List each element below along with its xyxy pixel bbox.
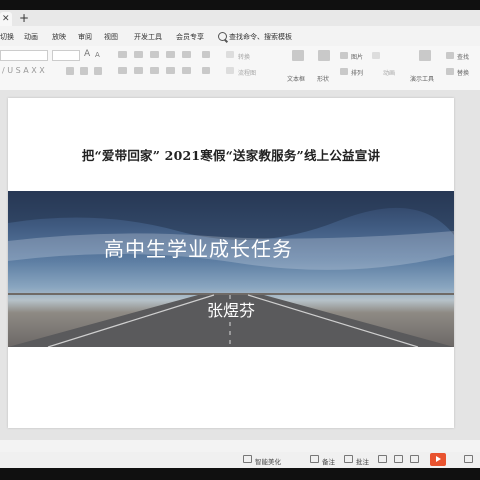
- status-bar: 智能美化 备注 批注: [0, 452, 480, 468]
- text-style-buttons[interactable]: / U S A X X: [2, 66, 45, 75]
- font-color-icon[interactable]: [66, 67, 74, 75]
- highlight-icon[interactable]: [94, 67, 102, 75]
- numbered-list-icon[interactable]: [134, 51, 143, 58]
- flowchart-label: 流程图: [238, 70, 257, 77]
- shape-button[interactable]: 形状: [317, 74, 329, 83]
- command-search-input[interactable]: 查找命令、搜索模板: [229, 32, 292, 42]
- slide-editor-canvas: 把“爱带回家” 2021寒假“送家教服务”线上公益宣讲 高中生学业成长任务 张煜…: [0, 90, 480, 440]
- text-align-icon[interactable]: [202, 67, 210, 74]
- menu-slideshow[interactable]: 放映: [52, 32, 66, 42]
- distribute-icon[interactable]: [182, 67, 191, 74]
- shape-icon[interactable]: [318, 50, 330, 61]
- search-icon[interactable]: [218, 32, 227, 41]
- animation-label: 动画: [383, 70, 396, 77]
- notes-button[interactable]: 备注: [322, 456, 335, 466]
- convert-label: 转换: [238, 54, 251, 61]
- ribbon-toolbar: A A / U S A X X 转换 流程图 文本框 形状 图片 排列 动画 演…: [0, 46, 480, 91]
- menu-view[interactable]: 视图: [104, 32, 118, 42]
- app-window: ✕ + 切换 动画 放映 审阅 视图 开发工具 会员专享 查找命令、搜索模板 A…: [0, 10, 480, 468]
- animation-icon: [372, 52, 380, 59]
- align-left-icon[interactable]: [118, 67, 127, 74]
- slide-sorter-icon[interactable]: [394, 455, 403, 463]
- smart-beautify-button[interactable]: 智能美化: [255, 456, 281, 466]
- document-tab[interactable]: ✕: [0, 12, 12, 26]
- text-box-button[interactable]: 文本框: [287, 74, 305, 83]
- replace-button[interactable]: 替换: [457, 68, 469, 77]
- banner-title[interactable]: 高中生学业成长任务: [104, 233, 293, 262]
- fit-window-icon[interactable]: [464, 455, 473, 463]
- font-name-dropdown[interactable]: [0, 50, 48, 61]
- find-icon[interactable]: [446, 52, 454, 59]
- line-spacing-icon[interactable]: [182, 51, 191, 58]
- indent-icon[interactable]: [150, 51, 159, 58]
- tab-bar: ✕ +: [0, 10, 480, 26]
- font-grow-button[interactable]: A: [84, 49, 90, 59]
- presentation-tools-icon[interactable]: [419, 50, 431, 61]
- picture-button[interactable]: 图片: [351, 52, 363, 61]
- text-direction-icon[interactable]: [202, 51, 210, 58]
- banner-image[interactable]: 高中生学业成长任务 张煜芬: [8, 191, 454, 347]
- notes-icon[interactable]: [310, 455, 319, 463]
- font-shrink-button[interactable]: A: [95, 51, 100, 59]
- normal-view-icon[interactable]: [378, 455, 387, 463]
- comments-button[interactable]: 批注: [356, 456, 369, 466]
- presentation-tools-button[interactable]: 演示工具: [410, 74, 434, 83]
- banner-subtitle[interactable]: 张煜芬: [8, 297, 454, 321]
- road-landscape: [8, 191, 454, 347]
- menu-review[interactable]: 审阅: [78, 32, 92, 42]
- play-slideshow-icon[interactable]: [430, 453, 446, 466]
- close-icon[interactable]: ✕: [2, 13, 10, 25]
- justify-icon[interactable]: [166, 67, 175, 74]
- clear-format-icon[interactable]: [80, 67, 88, 75]
- picture-icon[interactable]: [340, 52, 348, 59]
- align-right-icon[interactable]: [150, 67, 159, 74]
- menu-transition[interactable]: 切换: [0, 32, 14, 42]
- comments-icon[interactable]: [344, 455, 353, 463]
- slide-title[interactable]: 把“爱带回家” 2021寒假“送家教服务”线上公益宣讲: [8, 145, 454, 164]
- convert-icon: [226, 51, 234, 58]
- menu-developer-tools[interactable]: 开发工具: [134, 32, 162, 42]
- flowchart-icon: [226, 67, 234, 74]
- slide[interactable]: 把“爱带回家” 2021寒假“送家教服务”线上公益宣讲 高中生学业成长任务 张煜…: [8, 98, 454, 428]
- beautify-icon[interactable]: [243, 455, 252, 463]
- arrange-icon[interactable]: [340, 68, 348, 75]
- new-tab-button[interactable]: +: [19, 10, 29, 26]
- menu-animation[interactable]: 动画: [24, 32, 38, 42]
- menu-bar: 切换 动画 放映 审阅 视图 开发工具 会员专享 查找命令、搜索模板: [0, 28, 480, 46]
- align-center-icon[interactable]: [134, 67, 143, 74]
- font-size-dropdown[interactable]: [52, 50, 80, 61]
- replace-icon[interactable]: [446, 68, 454, 75]
- bullet-list-icon[interactable]: [118, 51, 127, 58]
- reading-view-icon[interactable]: [410, 455, 419, 463]
- find-button[interactable]: 查找: [457, 52, 469, 61]
- text-box-icon[interactable]: [292, 50, 304, 61]
- menu-member[interactable]: 会员专享: [176, 32, 204, 42]
- outdent-icon[interactable]: [166, 51, 175, 58]
- arrange-button[interactable]: 排列: [351, 68, 363, 77]
